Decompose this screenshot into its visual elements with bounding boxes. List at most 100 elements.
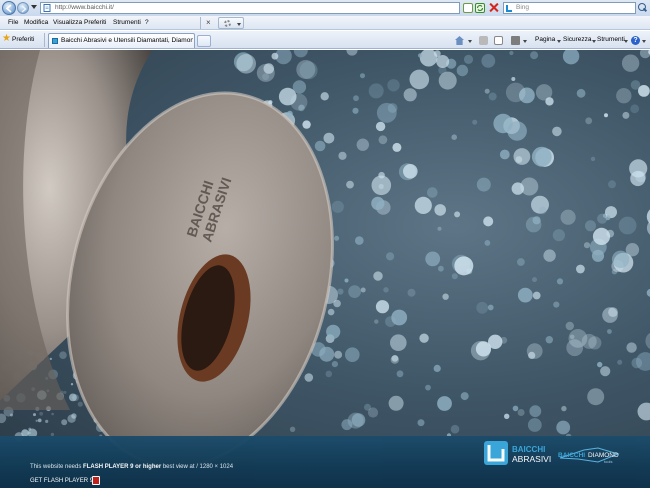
safety-menu-button[interactable]: Sicurezza xyxy=(563,35,596,47)
bokeh-dot xyxy=(487,304,494,311)
bokeh-dot xyxy=(289,426,296,432)
site-favicon-icon xyxy=(52,38,58,44)
menu-edit[interactable]: Modifica xyxy=(24,19,48,26)
printer-icon xyxy=(511,36,520,45)
bokeh-dot xyxy=(61,419,68,426)
bokeh-dot xyxy=(528,351,536,359)
bokeh-dot xyxy=(484,88,490,94)
gear-icon xyxy=(224,20,231,27)
toolbar-divider xyxy=(200,17,201,29)
tab-baicchi[interactable]: Baicchi Abrasivi e Utensili Diamantati, … xyxy=(48,33,195,48)
favorites-divider xyxy=(44,33,45,47)
help-button[interactable]: ? xyxy=(631,35,647,47)
stop-icon[interactable] xyxy=(489,3,499,13)
bokeh-dot xyxy=(345,347,360,363)
menu-file[interactable]: File xyxy=(8,19,18,26)
menu-view[interactable]: Visualizza xyxy=(53,19,82,26)
bokeh-dot xyxy=(442,293,449,300)
bokeh-dot xyxy=(433,50,441,57)
bokeh-dot xyxy=(407,288,416,297)
bokeh-dot xyxy=(418,53,423,58)
bokeh-dot xyxy=(28,431,31,435)
recent-pages-dropdown[interactable] xyxy=(31,5,37,9)
bokeh-dot xyxy=(409,69,430,90)
bokeh-dot xyxy=(607,329,612,334)
bokeh-dot xyxy=(505,82,526,103)
favorites-button[interactable]: ★ Preferiti xyxy=(2,33,40,46)
baicchi-diamond-tools-logo[interactable]: BAICCHI DIAMOND tools xyxy=(558,446,630,464)
forward-button[interactable] xyxy=(17,2,29,14)
refresh-arrows-icon xyxy=(476,4,484,12)
bokeh-dot xyxy=(346,180,354,189)
logo2-word1: BAICCHI xyxy=(558,452,585,459)
search-icon[interactable] xyxy=(638,3,647,12)
bokeh-dot xyxy=(617,359,623,365)
bokeh-dot xyxy=(373,271,383,281)
bokeh-dot xyxy=(517,287,533,303)
bokeh-dot xyxy=(463,54,474,64)
bokeh-dot xyxy=(433,364,441,372)
bokeh-dot xyxy=(236,54,256,74)
bokeh-dot xyxy=(390,355,399,364)
menu-tools[interactable]: Strumenti xyxy=(113,19,141,26)
bokeh-dot xyxy=(374,319,379,324)
bokeh-dot xyxy=(386,252,395,261)
bokeh-dot xyxy=(348,285,361,298)
bokeh-dot xyxy=(543,249,556,262)
bokeh-dot xyxy=(414,196,432,214)
menu-help[interactable]: ? xyxy=(145,19,149,26)
feeds-button[interactable] xyxy=(479,35,489,47)
chevron-down-icon xyxy=(523,40,527,43)
star-icon: ★ xyxy=(2,33,11,44)
menu-favorites[interactable]: Preferiti xyxy=(84,19,106,26)
bokeh-dot xyxy=(392,142,402,152)
home-button[interactable] xyxy=(455,35,475,47)
flash-player-icon[interactable] xyxy=(92,476,100,485)
bokeh-dot xyxy=(334,350,343,359)
bokeh-dot xyxy=(460,392,469,401)
bokeh-dot xyxy=(597,361,603,368)
print-button[interactable] xyxy=(511,35,529,47)
bokeh-dot xyxy=(517,409,525,416)
refresh-icon[interactable] xyxy=(475,3,485,13)
chevron-down-icon xyxy=(592,40,596,43)
bokeh-dot xyxy=(356,138,369,151)
bokeh-dot xyxy=(451,273,458,280)
page-menu-button[interactable]: Pagina xyxy=(535,35,561,47)
address-field[interactable]: http://www.baicchi.it/ xyxy=(40,2,460,14)
bokeh-dot xyxy=(556,420,571,435)
get-flash-link[interactable]: GET FLASH PLAYER 9 xyxy=(30,478,93,484)
bokeh-dot xyxy=(556,278,564,285)
bokeh-dot xyxy=(436,55,450,68)
bokeh-dot xyxy=(437,226,442,231)
bokeh-dot xyxy=(585,220,596,232)
bokeh-dot xyxy=(353,95,359,102)
tools-menu-button[interactable]: Strumenti xyxy=(597,35,628,47)
bokeh-dot xyxy=(333,299,341,308)
bokeh-dot xyxy=(630,104,640,114)
bokeh-dot xyxy=(355,236,364,245)
rss-feed-icon xyxy=(479,36,488,45)
bokeh-dot xyxy=(371,175,392,196)
bokeh-dot xyxy=(71,413,77,419)
bokeh-dot xyxy=(378,135,388,145)
flash-notice-prefix: This website needs xyxy=(30,464,82,470)
bokeh-dot xyxy=(45,419,49,423)
bokeh-dot xyxy=(488,334,503,349)
search-input[interactable]: Bing xyxy=(503,2,636,14)
read-mail-button[interactable] xyxy=(494,35,504,47)
bokeh-dot xyxy=(630,170,646,187)
logo-line1: BAICCHI xyxy=(512,445,545,454)
compatibility-view-icon[interactable] xyxy=(463,3,473,13)
new-tab-button[interactable] xyxy=(197,35,211,47)
bokeh-dot xyxy=(70,383,74,386)
close-toolbar-icon[interactable]: × xyxy=(206,18,211,27)
home-icon xyxy=(455,36,464,45)
toolbar-settings-button[interactable] xyxy=(218,17,244,29)
bokeh-dot xyxy=(51,412,54,416)
back-button[interactable] xyxy=(2,1,16,15)
bokeh-dot xyxy=(37,418,42,423)
page-viewport: BAICCHI ABRASIVI This website needs FLAS… xyxy=(0,50,650,488)
bokeh-dot xyxy=(367,407,379,418)
baicchi-abrasivi-logo[interactable]: BAICCHI ABRASIVI xyxy=(484,440,556,466)
